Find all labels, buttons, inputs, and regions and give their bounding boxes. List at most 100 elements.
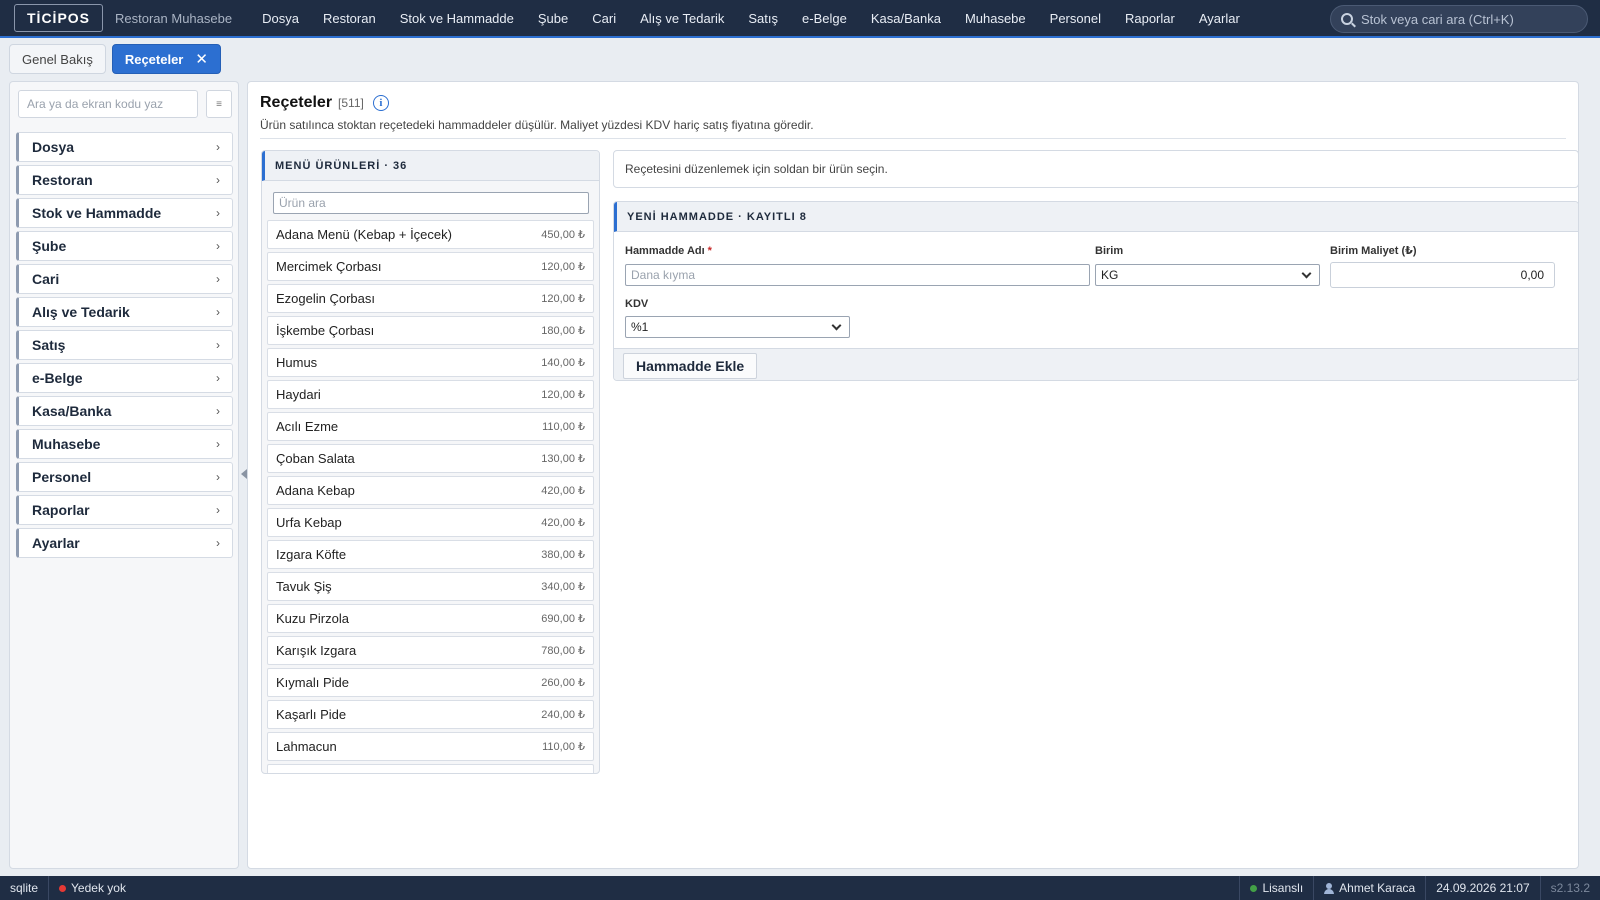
backup-status: Yedek yok <box>49 876 136 900</box>
product-item[interactable]: Ezogelin Çorbası 120,00 ₺ <box>267 284 594 313</box>
product-search-input[interactable] <box>273 192 589 214</box>
product-item[interactable]: Urfa Kebap 420,00 ₺ <box>267 508 594 537</box>
app-logo[interactable]: TİCİPOS <box>14 4 104 32</box>
form-header: YENİ HAMMADDE · KAYITLI 8 <box>614 202 1578 232</box>
tab-genel-bakis[interactable]: Genel Bakış <box>9 44 106 74</box>
top-menu-ayarlar[interactable]: Ayarlar <box>1187 11 1252 26</box>
product-price: 130,00 ₺ <box>541 453 585 465</box>
close-icon[interactable]: ✕ <box>195 50 208 68</box>
db-status: sqlite <box>0 876 50 900</box>
top-menu-sube[interactable]: Şube <box>526 11 580 26</box>
info-icon[interactable]: i <box>372 95 389 111</box>
sidebar-item-label: Kasa/Banka <box>32 403 112 419</box>
product-item[interactable]: Tavuk Şiş 340,00 ₺ <box>267 572 594 601</box>
sidebar-item-personel[interactable]: Personel › <box>16 462 233 492</box>
ingredient-name-input[interactable]: Dana kıyma <box>625 264 1090 286</box>
product-item[interactable]: Adana Kebap 420,00 ₺ <box>267 476 594 505</box>
sidebar-item-kasa[interactable]: Kasa/Banka › <box>16 396 233 426</box>
sidebar-menu: Dosya › Restoran › Stok ve Hammadde › Şube ›… <box>16 132 233 561</box>
license-text: Lisanslı <box>1262 881 1304 895</box>
product-name: Adana Kebap <box>276 483 355 498</box>
sidebar-item-sube[interactable]: Şube › <box>16 231 233 261</box>
top-menu-alis[interactable]: Alış ve Tedarik <box>628 11 736 26</box>
chevron-down-icon <box>1301 268 1312 278</box>
product-item[interactable]: İşkembe Çorbası 180,00 ₺ <box>267 316 594 345</box>
product-name: Ezogelin Çorbası <box>276 291 375 306</box>
unit-cost-input[interactable]: 0,00 <box>1330 262 1555 288</box>
top-menu-satis[interactable]: Satış <box>736 11 790 26</box>
current-user[interactable]: Ahmet Karaca <box>1313 876 1425 900</box>
sidebar-item-muhasebe[interactable]: Muhasebe › <box>16 429 233 459</box>
product-item[interactable]: Acılı Ezme 110,00 ₺ <box>267 412 594 441</box>
divider <box>260 138 1566 139</box>
product-item[interactable]: Adana Menü (Kebap + İçecek) 450,00 ₺ <box>267 220 594 249</box>
chevron-right-icon: › <box>216 437 220 451</box>
top-menu-personel[interactable]: Personel <box>1038 11 1113 26</box>
page-title: Reçeteler <box>260 94 333 111</box>
top-menu-dosya[interactable]: Dosya <box>250 11 311 26</box>
vat-select[interactable]: %1 <box>625 316 850 338</box>
menu-products-panel: MENÜ ÜRÜNLERİ · 36 Adana Menü (Kebap + İ… <box>261 150 600 774</box>
vat-value: %1 <box>631 320 649 334</box>
unit-select[interactable]: KG <box>1095 264 1320 286</box>
tab-label: Genel Bakış <box>22 51 93 67</box>
product-item[interactable]: Humus 140,00 ₺ <box>267 348 594 377</box>
tab-label: Reçeteler <box>124 51 184 67</box>
sidebar-item-alis[interactable]: Alış ve Tedarik › <box>16 297 233 327</box>
sidebar-item-dosya[interactable]: Dosya › <box>16 132 233 162</box>
backup-text: Yedek yok <box>71 881 126 895</box>
product-price: 260,00 ₺ <box>541 677 585 689</box>
product-item[interactable]: Izgara Köfte 380,00 ₺ <box>267 540 594 569</box>
page-description: Ürün satılınca stoktan reçetedeki hammad… <box>260 118 814 132</box>
product-name: Lahmacun <box>276 739 337 754</box>
product-price: 110,00 ₺ <box>542 421 585 433</box>
sidebar-item-label: Şube <box>32 238 67 254</box>
license-status: Lisanslı <box>1239 876 1313 900</box>
product-name: Urfa Kebap <box>276 515 342 530</box>
product-name: Acılı Ezme <box>276 419 339 434</box>
tab-receteler[interactable]: Reçeteler ✕ <box>111 44 221 74</box>
sidebar-search-input[interactable] <box>18 90 198 118</box>
sidebar-item-label: Muhasebe <box>32 436 101 452</box>
sidebar-item-cari[interactable]: Cari › <box>16 264 233 294</box>
top-menu-ebelge[interactable]: e-Belge <box>790 11 859 26</box>
top-menu-stok[interactable]: Stok ve Hammadde <box>388 11 526 26</box>
sidebar-item-label: Restoran <box>32 172 93 188</box>
product-item[interactable]: Kuzu Pirzola 690,00 ₺ <box>267 604 594 633</box>
chevron-right-icon: › <box>216 272 220 286</box>
product-item[interactable]: Çoban Salata 130,00 ₺ <box>267 444 594 473</box>
add-ingredient-button[interactable]: Hammadde Ekle <box>623 353 758 379</box>
product-name: Humus <box>276 355 318 370</box>
sidebar-item-raporlar[interactable]: Raporlar › <box>16 495 233 525</box>
sidebar-item-ebelge[interactable]: e-Belge › <box>16 363 233 393</box>
product-list: Adana Menü (Kebap + İçecek) 450,00 ₺ Merc… <box>267 220 594 773</box>
product-name: Izgara Köfte <box>276 547 347 562</box>
product-name: İşkembe Çorbası <box>276 323 375 338</box>
sidebar-item-satis[interactable]: Satış › <box>16 330 233 360</box>
tab-bar: Genel Bakış Reçeteler ✕ <box>0 40 1600 78</box>
top-navbar: TİCİPOS Restoran Muhasebe Dosya Restoran… <box>0 0 1600 38</box>
menu-icon[interactable]: ≡ <box>206 90 232 118</box>
product-item[interactable]: Haydari 120,00 ₺ <box>267 380 594 409</box>
page-header: Reçeteler [511] i <box>260 94 389 112</box>
top-menu-kasa[interactable]: Kasa/Banka <box>859 11 953 26</box>
product-item[interactable]: Mercimek Çorbası 120,00 ₺ <box>267 252 594 281</box>
top-menu-raporlar[interactable]: Raporlar <box>1113 11 1187 26</box>
product-item-partial[interactable] <box>267 764 594 773</box>
label-text: Hammadde Adı <box>625 245 705 257</box>
sidebar-item-ayarlar[interactable]: Ayarlar › <box>16 528 233 558</box>
sidebar-item-stok[interactable]: Stok ve Hammadde › <box>16 198 233 228</box>
chevron-down-icon <box>831 320 842 330</box>
product-item[interactable]: Kıymalı Pide 260,00 ₺ <box>267 668 594 697</box>
global-search[interactable] <box>1330 5 1588 33</box>
product-item[interactable]: Lahmacun 110,00 ₺ <box>267 732 594 761</box>
product-item[interactable]: Karışık Izgara 780,00 ₺ <box>267 636 594 665</box>
product-item[interactable]: Kaşarlı Pide 240,00 ₺ <box>267 700 594 729</box>
top-menu-restoran[interactable]: Restoran <box>311 11 388 26</box>
product-price: 380,00 ₺ <box>541 549 585 561</box>
sidebar-item-restoran[interactable]: Restoran › <box>16 165 233 195</box>
chevron-right-icon: › <box>216 338 220 352</box>
top-menu-muhasebe[interactable]: Muhasebe <box>953 11 1038 26</box>
top-menu-cari[interactable]: Cari <box>580 11 628 26</box>
global-search-input[interactable] <box>1361 11 1571 27</box>
